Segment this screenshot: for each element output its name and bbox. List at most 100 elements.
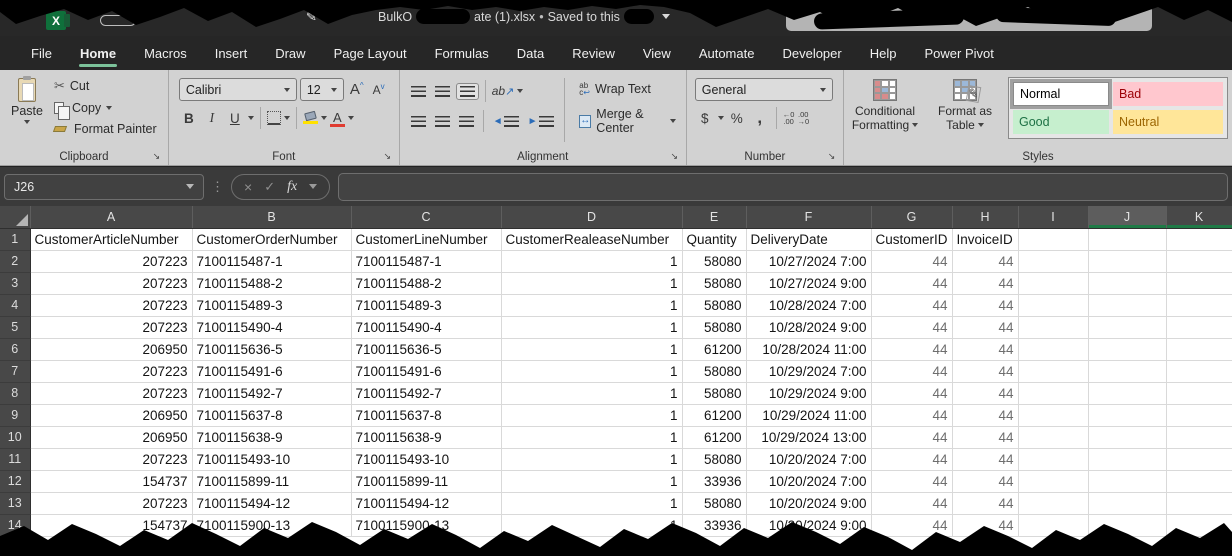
cell[interactable]: 206950 [30,426,192,448]
cell[interactable] [1166,228,1232,250]
align-middle-button[interactable] [432,84,453,99]
cell[interactable]: 7100115636-5 [351,338,501,360]
cell[interactable]: 44 [871,382,952,404]
cell[interactable] [1088,470,1166,492]
cell[interactable]: 44 [952,426,1018,448]
cell[interactable]: 207223 [30,492,192,514]
fill-color-button[interactable] [303,112,318,124]
align-center-button[interactable] [432,114,453,129]
chevron-down-icon[interactable] [309,184,317,189]
cell[interactable]: 206950 [30,338,192,360]
cell[interactable] [1166,250,1232,272]
drag-handle-icon[interactable]: ⋮ [204,179,231,195]
cell[interactable]: 44 [952,250,1018,272]
tab-insert[interactable]: Insert [202,36,261,70]
align-top-button[interactable] [408,84,429,99]
cell[interactable]: 7100115489-3 [351,294,501,316]
cancel-icon[interactable]: × [244,179,252,195]
cell[interactable]: 7100115899-11 [192,470,351,492]
tab-draw[interactable]: Draw [262,36,318,70]
column-header-D[interactable]: D [501,206,682,228]
cell[interactable]: 44 [871,470,952,492]
cell[interactable]: 207223 [30,382,192,404]
cell[interactable]: 207223 [30,316,192,338]
align-bottom-button[interactable] [456,83,479,100]
tab-file[interactable]: File [18,36,65,70]
align-left-button[interactable] [408,114,429,129]
column-header-F[interactable]: F [746,206,871,228]
cell[interactable]: 58080 [682,382,746,404]
orientation-button[interactable]: ab↗ [492,84,515,98]
cell[interactable] [1166,294,1232,316]
cell[interactable]: 1 [501,514,682,536]
cell[interactable]: CustomerID [871,228,952,250]
cell[interactable]: 58080 [682,272,746,294]
select-all-corner[interactable] [0,206,30,228]
cell[interactable]: 61200 [682,404,746,426]
tab-formulas[interactable]: Formulas [422,36,502,70]
cell[interactable] [1166,404,1232,426]
cell[interactable]: InvoiceID [952,228,1018,250]
cell[interactable]: 7100115494-12 [192,492,351,514]
cell[interactable] [1018,514,1088,536]
cell[interactable] [1018,470,1088,492]
cell[interactable]: 7100115494-12 [351,492,501,514]
cell[interactable]: 7100115491-6 [351,360,501,382]
row-number-6[interactable]: 6 [0,338,30,360]
cell[interactable]: 207223 [30,250,192,272]
cell[interactable]: 7100115487-1 [351,250,501,272]
chevron-down-icon[interactable] [517,89,523,93]
cell[interactable] [1018,316,1088,338]
chevron-down-icon[interactable] [662,14,670,19]
cell[interactable]: 1 [501,294,682,316]
cell[interactable] [1018,294,1088,316]
cell[interactable]: 44 [871,360,952,382]
tab-developer[interactable]: Developer [769,36,854,70]
borders-icon[interactable] [267,111,281,125]
cell[interactable]: 1 [501,492,682,514]
column-header-K[interactable]: K [1166,206,1232,228]
cell[interactable]: 7100115489-3 [192,294,351,316]
cell[interactable] [1088,294,1166,316]
cell[interactable]: 10/20/2024 7:00 [746,448,871,470]
cell[interactable]: 58080 [682,360,746,382]
column-header-C[interactable]: C [351,206,501,228]
cell[interactable] [1088,360,1166,382]
cell[interactable] [1166,514,1232,536]
cell[interactable] [1018,338,1088,360]
row-number-2[interactable]: 2 [0,250,30,272]
cell[interactable]: 1 [501,338,682,360]
cell[interactable]: 7100115493-10 [192,448,351,470]
currency-button[interactable]: $ [695,108,715,128]
cell[interactable]: 154737 [30,470,192,492]
cell[interactable]: 44 [952,492,1018,514]
column-header-H[interactable]: H [952,206,1018,228]
copy-button[interactable]: Copy [50,99,161,117]
cell[interactable] [1088,228,1166,250]
cell[interactable]: 44 [871,404,952,426]
cell[interactable]: 44 [871,338,952,360]
row-number-1[interactable]: 1 [0,228,30,250]
dialog-launcher-icon[interactable]: ↘ [669,151,680,162]
row-number-7[interactable]: 7 [0,360,30,382]
cell[interactable]: 1 [501,250,682,272]
cell[interactable]: 58080 [682,316,746,338]
tab-automate[interactable]: Automate [686,36,768,70]
row-number-5[interactable]: 5 [0,316,30,338]
cell[interactable] [1018,404,1088,426]
cell[interactable]: 7100115900-13 [351,514,501,536]
cell[interactable]: 7100115491-6 [192,360,351,382]
font-name-select[interactable]: Calibri [179,78,297,101]
column-header-I[interactable]: I [1018,206,1088,228]
format-as-table-button[interactable]: ✎ Format as Table [928,77,1002,132]
cell[interactable]: 7100115492-7 [351,382,501,404]
cell[interactable]: 7100115638-9 [351,426,501,448]
cell[interactable]: CustomerArticleNumber [30,228,192,250]
cell[interactable]: 44 [952,382,1018,404]
row-number-14[interactable]: 14 [0,514,30,536]
cell[interactable] [1166,360,1232,382]
cell[interactable]: 10/27/2024 7:00 [746,250,871,272]
cell[interactable]: 1 [501,404,682,426]
cell[interactable]: 1 [501,360,682,382]
row-number-3[interactable]: 3 [0,272,30,294]
